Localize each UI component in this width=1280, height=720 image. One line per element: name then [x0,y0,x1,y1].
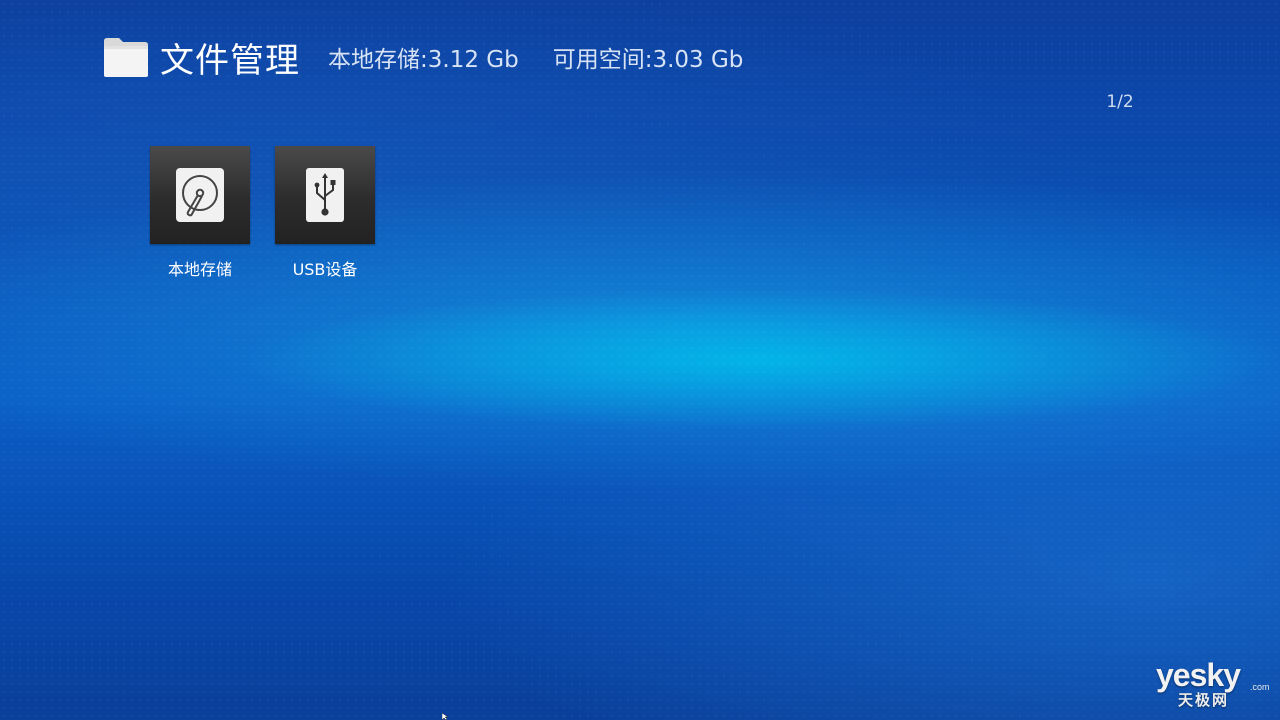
available-space-info: 可用空间:3.03 Gb [552,47,744,73]
watermark-chinese: 天极网 [1178,691,1230,709]
app-header: 文件管理 本地存储:3.12 Gb 可用空间:3.03 Gb [102,34,744,81]
page-indicator: 1/2 [1106,92,1134,112]
folder-icon [104,38,148,77]
local-storage-label: 本地存储 [167,260,232,279]
usb-device-tile[interactable]: USB设备 [275,146,375,280]
app-title: 文件管理 [160,40,300,81]
local-storage-tile-icon-box[interactable] [150,146,250,244]
local-storage-info: 本地存储:3.12 Gb [328,47,519,73]
watermark-brand: yesky [1156,657,1241,693]
yesky-watermark-logo: yesky .com 天极网 [1156,657,1272,709]
usb-icon [306,168,344,222]
local-storage-tile[interactable]: 本地存储 [150,146,250,280]
watermark-dotcom: .com [1250,682,1270,692]
background-pattern [0,0,1280,720]
hard-disk-icon [176,168,224,222]
usb-device-tile-icon-box[interactable] [275,146,375,244]
mouse-pointer-icon [442,713,448,720]
usb-device-label: USB设备 [292,260,358,279]
